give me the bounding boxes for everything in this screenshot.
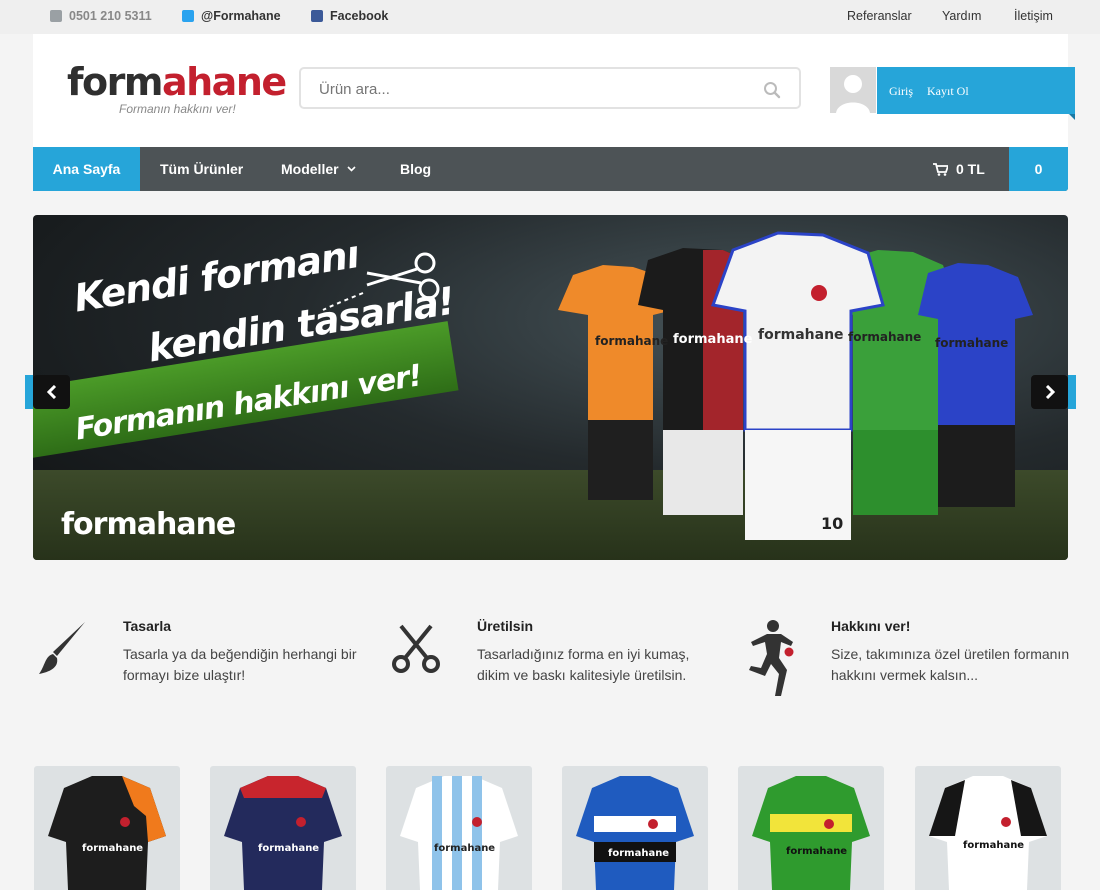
nav-all-products[interactable]: Tüm Ürünler — [140, 147, 263, 191]
facebook-label: Facebook — [330, 9, 389, 23]
facebook-icon — [311, 10, 323, 22]
feature-title: Hakkını ver! — [831, 618, 911, 634]
phone-number: 0501 210 5311 — [69, 9, 152, 23]
football-player-icon — [749, 620, 794, 696]
product-jersey-image: formahane — [48, 776, 166, 890]
facebook-link[interactable]: Facebook — [311, 9, 388, 23]
jersey-brand-2: formahane — [673, 332, 753, 347]
nav-home[interactable]: Ana Sayfa — [33, 147, 140, 191]
panel-fold — [1069, 114, 1075, 120]
feature-title: Tasarla — [123, 618, 171, 634]
logo-tagline: Formanın hakkını ver! — [119, 102, 236, 116]
search-box — [299, 67, 801, 109]
svg-text:formahane: formahane — [434, 843, 495, 854]
arrow-left-icon — [46, 384, 56, 400]
jersey-number: 10 — [821, 514, 843, 533]
jersey-brand-5: formahane — [935, 336, 1008, 350]
svg-text:formahane: formahane — [786, 846, 847, 857]
phone-icon — [50, 10, 62, 22]
site-header: formahane Formanın hakkını ver! Giriş Ka… — [33, 34, 1075, 147]
references-link[interactable]: Referanslar — [847, 9, 912, 23]
phone-contact[interactable]: 0501 210 5311 — [50, 9, 152, 23]
cart-button[interactable]: 0 TL — [933, 147, 985, 191]
hero-slider: Kendi formanı kendin tasarla! Formanın h… — [33, 215, 1068, 560]
chevron-down-icon — [347, 166, 356, 172]
login-link[interactable]: Giriş — [889, 84, 913, 99]
feature-title: Üretilsin — [477, 618, 534, 634]
logo-wordmark: formahane — [67, 60, 287, 104]
slider-next-tab — [1068, 375, 1076, 409]
search-icon[interactable] — [763, 81, 781, 99]
slider-prev-button[interactable] — [33, 375, 70, 409]
nav-models[interactable]: Modeller — [261, 147, 376, 191]
auth-panel: Giriş Kayıt Ol — [877, 67, 1075, 120]
search-input[interactable] — [319, 79, 739, 99]
slider-next-button[interactable] — [1031, 375, 1068, 409]
main-nav: Ana Sayfa Tüm Ürünler Modeller Blog 0 TL… — [33, 147, 1068, 191]
register-link[interactable]: Kayıt Ol — [927, 84, 969, 99]
slide-artwork: formahane formahane formahane formahane … — [322, 231, 1033, 540]
cart-total: 0 TL — [956, 161, 985, 177]
twitter-link[interactable]: @Formahane — [182, 9, 281, 23]
svg-text:formahane: formahane — [258, 843, 319, 854]
site-logo[interactable]: formahane Formanın hakkını ver! — [67, 60, 287, 122]
jersey-brand-1: formahane — [595, 334, 668, 348]
feature-text: Tasarla ya da beğendiğin herhangi bir fo… — [123, 646, 357, 683]
feature-text: Size, takımınıza özel üretilen formanın … — [831, 646, 1070, 683]
nav-models-label: Modeller — [281, 161, 339, 177]
twitter-icon — [182, 10, 194, 22]
nav-blog[interactable]: Blog — [380, 147, 451, 191]
product-jersey-image: formahane — [929, 776, 1047, 890]
arrow-right-icon — [1045, 384, 1055, 400]
jersey-brand-3: formahane — [758, 327, 844, 343]
product-card-1[interactable]: formahane — [34, 766, 180, 890]
svg-text:formahane: formahane — [82, 843, 143, 854]
jersey-brand-4: formahane — [848, 330, 921, 344]
product-jersey-image: formahane — [224, 776, 342, 890]
product-card-5[interactable]: formahane — [738, 766, 884, 890]
paintbrush-icon — [39, 622, 85, 674]
feature-text: Tasarladığınız forma en iyi kumaş, dikim… — [477, 646, 690, 683]
svg-text:formahane: formahane — [963, 840, 1024, 851]
product-card-3[interactable]: formahane — [386, 766, 532, 890]
product-card-6[interactable]: formahane — [915, 766, 1061, 890]
slider-prev-tab — [25, 375, 33, 409]
contact-link[interactable]: İletişim — [1014, 9, 1053, 23]
svg-text:formahane: formahane — [608, 848, 669, 859]
product-jersey-image: formahane — [400, 776, 518, 890]
user-avatar-icon — [830, 67, 876, 113]
cart-icon — [933, 162, 948, 176]
help-link[interactable]: Yardım — [942, 9, 981, 23]
cart-count[interactable]: 0 — [1009, 147, 1068, 191]
scissors-icon — [392, 624, 440, 673]
product-jersey-image: formahane — [752, 776, 870, 890]
product-card-2[interactable]: formahane — [210, 766, 356, 890]
twitter-handle: @Formahane — [201, 9, 281, 23]
product-card-4[interactable]: formahane — [562, 766, 708, 890]
slide-scissors-icon — [366, 252, 440, 300]
top-bar: 0501 210 5311 @Formahane Facebook Refera… — [0, 0, 1100, 34]
product-jersey-image: formahane — [576, 776, 694, 890]
